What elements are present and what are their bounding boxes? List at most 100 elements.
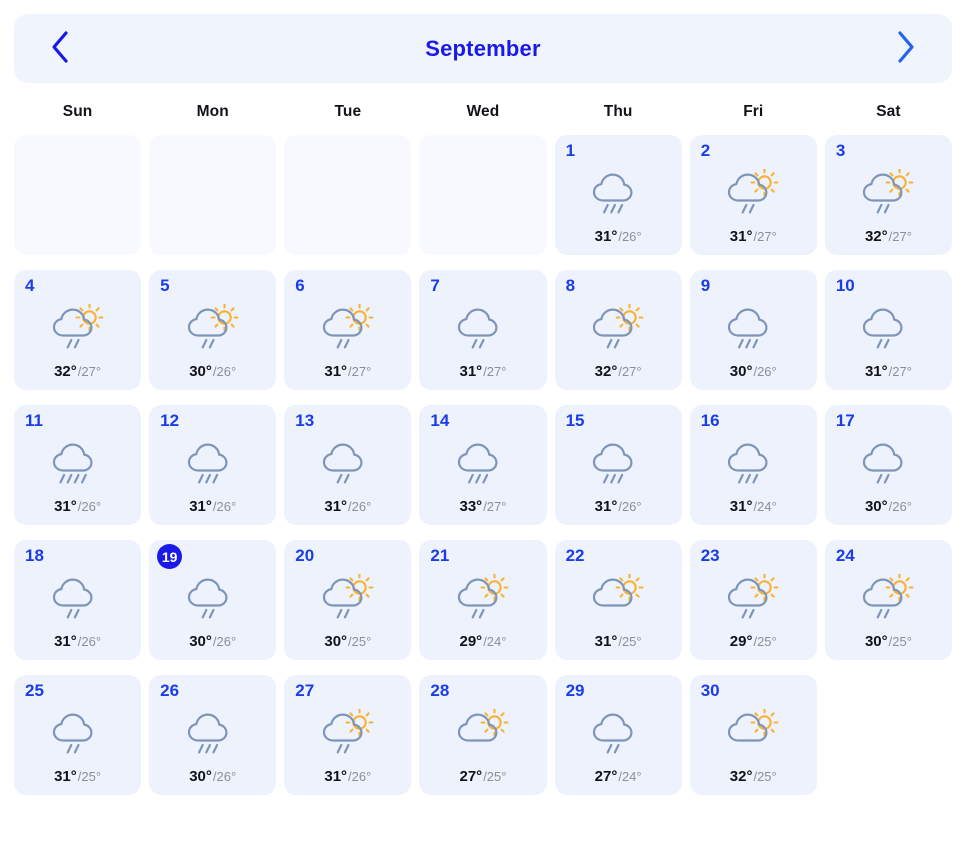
- temperature-range: 30°/26°: [149, 768, 276, 786]
- high-temperature: 27°: [594, 768, 618, 785]
- temperature-range: 27°/24°: [555, 768, 682, 786]
- day-cell-12[interactable]: 12 31°/26°: [149, 405, 277, 525]
- day-cell-26[interactable]: 26 30°/26°: [149, 675, 277, 795]
- cloud-rain-icon: [724, 439, 782, 485]
- temperature-range: 30°/26°: [825, 498, 952, 516]
- high-temperature: 27°: [459, 768, 483, 785]
- temperature-range: 31°/24°: [690, 498, 817, 516]
- day-cell-11[interactable]: 11 31°/26°: [14, 405, 142, 525]
- day-number: 16: [700, 411, 720, 430]
- day-cell-10[interactable]: 10 31°/27°: [824, 270, 952, 390]
- day-cell-20[interactable]: 20 30°/25°: [284, 540, 412, 660]
- temperature-range: 30°/26°: [149, 633, 276, 651]
- day-cell-19[interactable]: 19 30°/26°: [149, 540, 277, 660]
- weekday-label-wed: Wed: [466, 103, 500, 120]
- day-cell-24[interactable]: 24 30°/25°: [824, 540, 952, 660]
- day-number: 15: [565, 411, 585, 430]
- day-cell-14[interactable]: 14 33°/27°: [419, 405, 547, 525]
- high-temperature: 31°: [729, 228, 753, 245]
- low-temperature: /26°: [212, 634, 237, 649]
- cloud-sun-rain-icon: [319, 574, 377, 620]
- high-temperature: 33°: [459, 498, 483, 515]
- day-cell-15[interactable]: 15 31°/26°: [554, 405, 682, 525]
- day-number: 21: [430, 546, 450, 565]
- day-cell-29[interactable]: 29 27°/24°: [554, 675, 682, 795]
- cloud-rain-icon: [859, 304, 917, 350]
- day-number: 4: [25, 276, 35, 295]
- temperature-range: 30°/25°: [284, 633, 411, 651]
- day-cell-2[interactable]: 2 31°/27°: [689, 135, 817, 255]
- cloud-sun-rain-icon: [589, 304, 647, 350]
- temperature-range: 33°/27°: [419, 498, 546, 516]
- high-temperature: 31°: [324, 768, 348, 785]
- cloud-sun-rain-icon: [724, 169, 782, 215]
- day-number: 30: [700, 681, 720, 700]
- day-number: 17: [835, 411, 855, 430]
- cloud-sun-icon: [724, 709, 782, 755]
- temperature-range: 31°/25°: [555, 633, 682, 651]
- month-navigation-header: September: [14, 14, 952, 83]
- high-temperature: 30°: [864, 498, 888, 515]
- day-cell-21[interactable]: 21 29°/24°: [419, 540, 547, 660]
- cloud-rain-icon: [589, 169, 647, 215]
- empty-day-cell: [825, 675, 952, 795]
- high-temperature: 29°: [729, 633, 753, 650]
- day-cell-5[interactable]: 5 30°/26°: [149, 270, 277, 390]
- day-cell-30[interactable]: 30 32°/25°: [689, 675, 817, 795]
- calendar-grid: 1 31°/26° 2 31°/27° 3 32°/27° 4 32°/27° 5 30°/26°…: [14, 135, 952, 795]
- day-cell-23[interactable]: 23 29°/25°: [689, 540, 817, 660]
- temperature-range: 31°/26°: [555, 498, 682, 516]
- day-cell-16[interactable]: 16 31°/24°: [689, 405, 817, 525]
- high-temperature: 30°: [864, 633, 888, 650]
- day-cell-8[interactable]: 8 32°/27°: [554, 270, 682, 390]
- low-temperature: /24°: [753, 499, 777, 514]
- day-number: 22: [565, 546, 585, 565]
- day-cell-1[interactable]: 1 31°/26°: [554, 135, 682, 255]
- high-temperature: 31°: [864, 363, 888, 380]
- day-number: 10: [835, 276, 855, 295]
- low-temperature: /26°: [212, 769, 237, 784]
- temperature-range: 31°/26°: [14, 498, 141, 516]
- cloud-sun-rain-icon: [319, 304, 377, 350]
- day-cell-22[interactable]: 22 31°/25°: [554, 540, 682, 660]
- empty-day-cell: [149, 135, 277, 255]
- day-number: 14: [430, 411, 450, 430]
- cloud-sun-icon: [454, 709, 512, 755]
- day-cell-25[interactable]: 25 31°/25°: [14, 675, 142, 795]
- day-cell-4[interactable]: 4 32°/27°: [14, 270, 142, 390]
- temperature-range: 31°/27°: [419, 363, 546, 381]
- low-temperature: /26°: [77, 499, 102, 514]
- temperature-range: 30°/26°: [690, 363, 817, 381]
- day-number: 25: [25, 681, 44, 700]
- high-temperature: 31°: [459, 363, 483, 380]
- day-cell-28[interactable]: 28 27°/25°: [419, 675, 547, 795]
- low-temperature: /26°: [77, 634, 102, 649]
- low-temperature: /27°: [618, 364, 642, 379]
- high-temperature: 30°: [729, 363, 753, 380]
- low-temperature: /26°: [618, 229, 642, 244]
- weekday-label-mon: Mon: [196, 103, 229, 120]
- temperature-range: 31°/27°: [690, 228, 817, 246]
- low-temperature: /27°: [483, 499, 507, 514]
- day-cell-9[interactable]: 9 30°/26°: [689, 270, 817, 390]
- previous-month-button[interactable]: [40, 29, 80, 69]
- day-cell-18[interactable]: 18 31°/26°: [14, 540, 142, 660]
- day-number: 13: [295, 411, 315, 430]
- low-temperature: /27°: [888, 364, 912, 379]
- day-cell-17[interactable]: 17 30°/26°: [824, 405, 952, 525]
- cloud-rain-icon: [49, 574, 107, 620]
- next-month-button[interactable]: [886, 29, 926, 69]
- day-number: 23: [700, 546, 720, 565]
- high-temperature: 31°: [54, 768, 77, 785]
- day-cell-13[interactable]: 13 31°/26°: [284, 405, 412, 525]
- day-cell-3[interactable]: 3 32°/27°: [824, 135, 952, 255]
- day-number: 1: [565, 141, 576, 160]
- low-temperature: /25°: [618, 634, 642, 649]
- day-cell-6[interactable]: 6 31°/27°: [284, 270, 412, 390]
- cloud-rain-icon: [589, 439, 647, 485]
- temperature-range: 32°/27°: [825, 228, 952, 246]
- day-cell-7[interactable]: 7 31°/27°: [419, 270, 547, 390]
- temperature-range: 31°/25°: [14, 768, 141, 786]
- day-cell-27[interactable]: 27 31°/26°: [284, 675, 412, 795]
- day-number: 28: [430, 681, 450, 700]
